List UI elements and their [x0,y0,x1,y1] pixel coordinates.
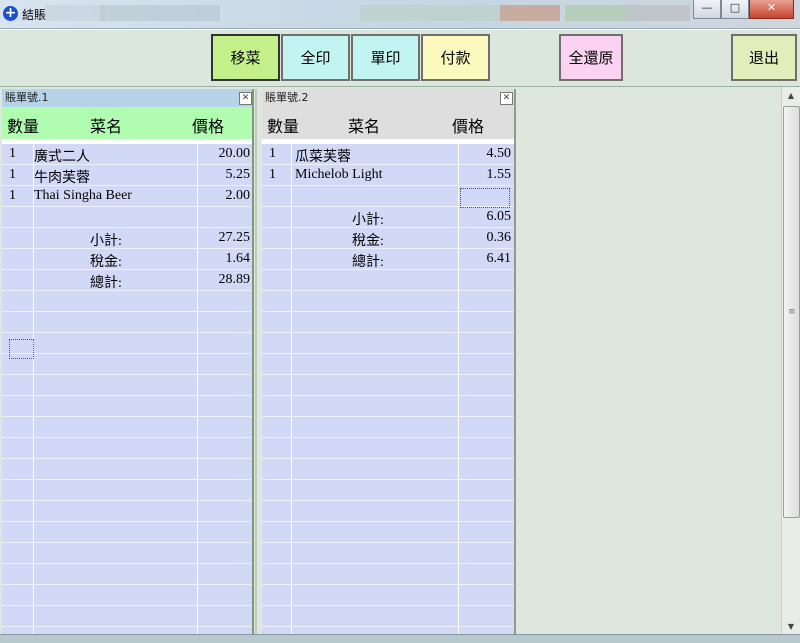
blurred-title-segment [565,5,625,21]
item-price: 2.00 [225,188,251,203]
qty-column-header: 數量 [267,117,300,136]
close-icon[interactable]: ✕ [500,92,513,105]
vertical-scrollbar[interactable]: ▲ ≡ ▼ [781,87,800,635]
item-price: 1.55 [486,167,512,182]
bill-column-header-1: 數量 菜名 價格 [2,107,252,139]
close-icon[interactable]: ✕ [239,92,252,105]
plus-circle-icon[interactable]: + [3,6,18,21]
subtotal-value: 6.05 [486,209,512,224]
cell-focus-indicator [460,188,510,208]
bill-title-1: 賬單號.1 [2,89,252,107]
item-qty: 1 [269,146,276,161]
bill-panel-1: 賬單號.1 ✕ 數量 菜名 價格 1 廣式二人 20.00 1 牛肉芙蓉 5.2… [2,89,254,634]
item-qty: 1 [9,167,16,182]
toolbar: 移菜 全印 單印 付款 全還原 退出 [0,29,800,87]
total-label: 總計: [352,255,384,270]
qty-column-header: 數量 [7,117,40,136]
name-column-header: 菜名 [90,117,123,136]
print-single-button[interactable]: 單印 [351,34,420,81]
grip-icon: ≡ [788,307,796,317]
tax-value: 1.64 [225,251,251,266]
item-price: 20.00 [218,146,251,161]
subtotal-label: 小計: [90,234,122,249]
item-qty: 1 [9,146,16,161]
bill-panel-2: 賬單號.2 ✕ 數量 菜名 價格 1 瓜菜芙蓉 4.50 1 Michelob … [262,89,516,634]
close-button[interactable]: ✕ [749,0,794,19]
scrollbar-thumb[interactable]: ≡ [783,106,800,518]
pay-button[interactable]: 付款 [421,34,490,81]
exit-button[interactable]: 退出 [731,34,797,81]
price-column-header: 價格 [192,117,225,136]
blurred-title-segment [100,5,220,21]
item-name: Thai Singha Beer [34,188,132,203]
tax-label: 稅金: [90,255,122,270]
total-label: 總計: [90,276,122,291]
cell-focus-indicator [9,339,34,359]
item-name: Michelob Light [295,167,383,182]
blurred-title-segment [625,5,690,21]
maximize-button[interactable]: □ [721,0,749,19]
item-qty: 1 [269,167,276,182]
scroll-up-arrow-icon[interactable]: ▲ [782,87,800,104]
subtotal-value: 27.25 [218,230,251,245]
item-name: 牛肉芙蓉 [34,171,90,186]
minimize-button[interactable]: — [693,0,721,19]
scroll-down-arrow-icon[interactable]: ▼ [782,618,800,635]
item-price: 4.50 [486,146,512,161]
total-value: 6.41 [486,251,512,266]
item-qty: 1 [9,188,16,203]
tax-label: 稅金: [352,234,384,249]
blurred-title-segment [45,5,105,21]
bill-title-2: 賬單號.2 [262,89,514,107]
name-column-header: 菜名 [348,117,381,136]
price-column-header: 價格 [452,117,485,136]
bill-column-header-2: 數量 菜名 價格 [262,107,514,139]
tax-value: 0.36 [486,230,512,245]
restore-all-button[interactable]: 全還原 [559,34,623,81]
bill-grid-1[interactable]: 1 廣式二人 20.00 1 牛肉芙蓉 5.25 1 Thai Singha B… [2,144,252,634]
move-item-button[interactable]: 移菜 [211,34,280,81]
subtotal-label: 小計: [352,213,384,228]
window-title: 結賬 [22,8,47,22]
total-value: 28.89 [218,272,251,287]
blurred-title-segment [500,5,560,21]
item-name: 廣式二人 [34,150,90,165]
item-price: 5.25 [225,167,251,182]
bill-grid-2[interactable]: 1 瓜菜芙蓉 4.50 1 Michelob Light 1.55 小計: 6.… [262,144,514,634]
print-all-button[interactable]: 全印 [281,34,350,81]
panel-splitter[interactable] [255,89,257,634]
blurred-title-segment [360,5,500,21]
title-bar: + 結賬 — □ ✕ [0,0,800,29]
item-name: 瓜菜芙蓉 [295,150,351,165]
